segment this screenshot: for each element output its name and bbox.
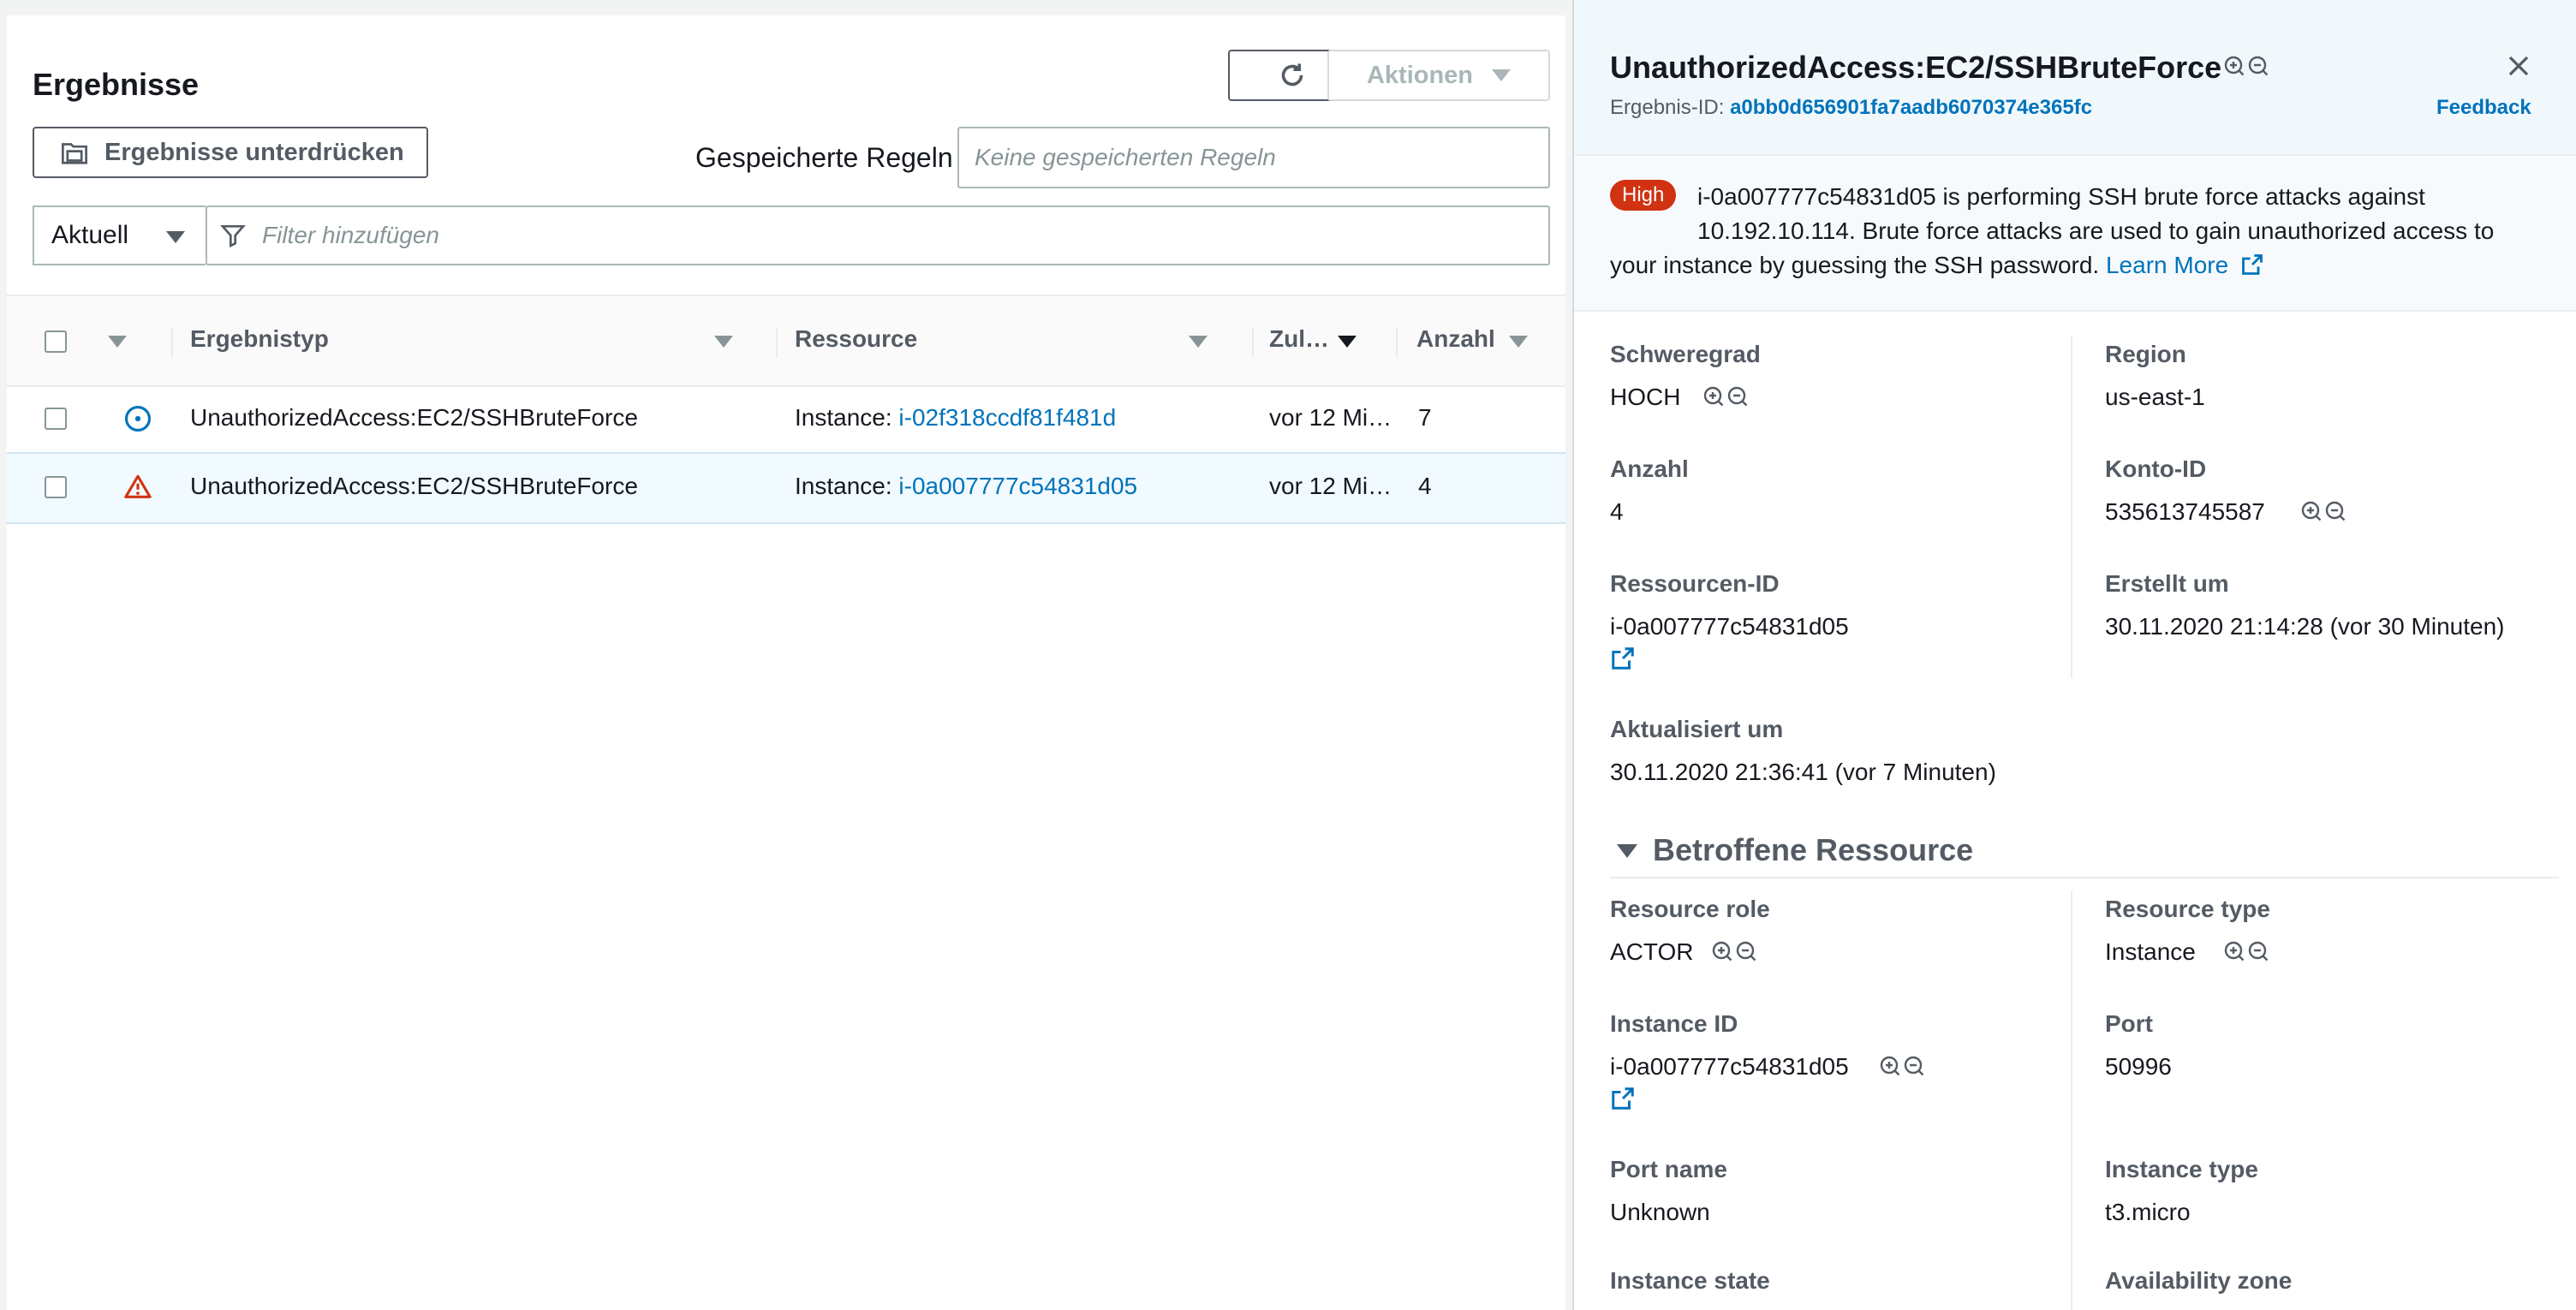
refresh-icon xyxy=(1281,63,1303,86)
finding-detail-panel: UnauthorizedAccess:EC2/SSHBruteForce Erg… xyxy=(1572,0,2576,1310)
zoom-in-out-icon[interactable] xyxy=(2223,53,2275,82)
resource-type-value: Instance xyxy=(2105,938,2196,965)
filter-input[interactable]: Filter hinzufügen xyxy=(206,205,1550,265)
finding-type[interactable]: UnauthorizedAccess:EC2/SSHBruteForce xyxy=(190,404,638,432)
column-header-type[interactable]: Ergebnistyp xyxy=(190,325,329,353)
info-circle-icon xyxy=(124,405,152,432)
row-checkbox[interactable] xyxy=(45,408,67,430)
instance-id-link[interactable]: i-0a007777c54831d05 xyxy=(1610,1053,1849,1081)
warning-triangle-icon xyxy=(124,474,152,498)
page-title: Ergebnisse xyxy=(33,67,200,102)
saved-rules-label: Gespeicherte Regeln xyxy=(695,142,953,173)
count-cell: 4 xyxy=(1418,473,1432,499)
sort-desc-icon[interactable] xyxy=(1338,336,1357,348)
table-row[interactable]: UnauthorizedAccess:EC2/SSHBruteForce Ins… xyxy=(7,384,1565,454)
learn-more-link[interactable]: Learn More xyxy=(2106,252,2228,278)
finding-id: Ergebnis-ID: a0bb0d656901fa7aadb6070374e… xyxy=(1610,96,2093,119)
actions-button[interactable]: Aktionen xyxy=(1327,50,1550,101)
instance-type-value: t3.micro xyxy=(2105,1199,2191,1225)
column-header-updated[interactable]: Zul… xyxy=(1269,325,1329,353)
row-checkbox[interactable] xyxy=(45,476,67,498)
count-value: 4 xyxy=(1610,498,1624,525)
column-header-resource[interactable]: Ressource xyxy=(795,325,917,353)
external-link-icon[interactable] xyxy=(1610,646,1636,671)
close-icon[interactable] xyxy=(2506,53,2531,79)
finding-description: High i-0a007777c54831d05 is performing S… xyxy=(1574,156,2576,312)
archive-icon xyxy=(62,143,87,164)
view-select[interactable]: Aktuell xyxy=(33,205,206,265)
account-id-value: 535613745587 xyxy=(2105,498,2265,525)
caret-down-icon xyxy=(1492,69,1512,81)
zoom-in-out-icon[interactable] xyxy=(1711,938,1762,968)
zoom-in-out-icon[interactable] xyxy=(1879,1053,1930,1082)
caret-down-icon xyxy=(166,231,185,243)
column-header-count[interactable]: Anzahl xyxy=(1416,325,1495,353)
findings-panel: Ergebnisse Aktionen Ergebnisse unterdrüc… xyxy=(7,15,1565,1310)
severity-badge: High xyxy=(1610,180,1677,211)
resource-role-value: ACTOR xyxy=(1610,938,1694,965)
sort-icon[interactable] xyxy=(108,336,127,348)
updated-value: 30.11.2020 21:36:41 (vor 7 Minuten) xyxy=(1610,759,1996,785)
detail-header: UnauthorizedAccess:EC2/SSHBruteForce Erg… xyxy=(1574,0,2576,156)
region-value: us-east-1 xyxy=(2105,384,2205,410)
saved-rules-select[interactable]: Keine gespeicherten Regeln xyxy=(957,127,1550,188)
created-value: 30.11.2020 21:14:28 (vor 30 Minuten) xyxy=(2105,613,2505,640)
sort-icon[interactable] xyxy=(1509,336,1528,348)
resource-link[interactable]: i-02f318ccdf81f481d xyxy=(898,404,1116,431)
caret-down-icon xyxy=(1617,844,1637,858)
suppress-findings-button[interactable]: Ergebnisse unterdrücken xyxy=(33,127,428,178)
count-cell: 7 xyxy=(1418,404,1432,431)
severity-value: HOCH xyxy=(1610,384,1681,410)
sort-icon[interactable] xyxy=(1189,336,1208,348)
feedback-link[interactable]: Feedback xyxy=(2436,96,2531,120)
external-link-icon[interactable] xyxy=(1610,1086,1636,1111)
sort-icon[interactable] xyxy=(714,336,733,348)
select-all-checkbox[interactable] xyxy=(45,330,67,353)
finding-type[interactable]: UnauthorizedAccess:EC2/SSHBruteForce xyxy=(190,473,638,500)
external-link-icon xyxy=(2242,254,2263,275)
zoom-in-out-icon[interactable] xyxy=(1702,384,1754,413)
updated-cell: vor 12 Mi… xyxy=(1269,473,1392,499)
resource-link[interactable]: i-0a007777c54831d05 xyxy=(898,473,1137,499)
resource-id-link[interactable]: i-0a007777c54831d05 xyxy=(1610,613,1849,640)
filter-icon xyxy=(220,225,246,248)
affected-resource-section[interactable]: Betroffene Ressource xyxy=(1610,831,2559,878)
detail-title: UnauthorizedAccess:EC2/SSHBruteForce xyxy=(1610,50,2222,85)
zoom-in-out-icon[interactable] xyxy=(2223,938,2275,968)
table-row[interactable]: UnauthorizedAccess:EC2/SSHBruteForce Ins… xyxy=(7,452,1565,524)
updated-cell: vor 12 Mi… xyxy=(1269,404,1392,431)
table-header: Ergebnistyp Ressource Zul… Anzahl xyxy=(7,295,1565,387)
zoom-in-out-icon[interactable] xyxy=(2300,498,2352,527)
port-name-value: Unknown xyxy=(1610,1199,1710,1225)
resource-cell: Instance: i-02f318ccdf81f481d xyxy=(795,404,1117,431)
port-value: 50996 xyxy=(2105,1053,2172,1080)
resource-cell: Instance: i-0a007777c54831d05 xyxy=(795,473,1138,499)
